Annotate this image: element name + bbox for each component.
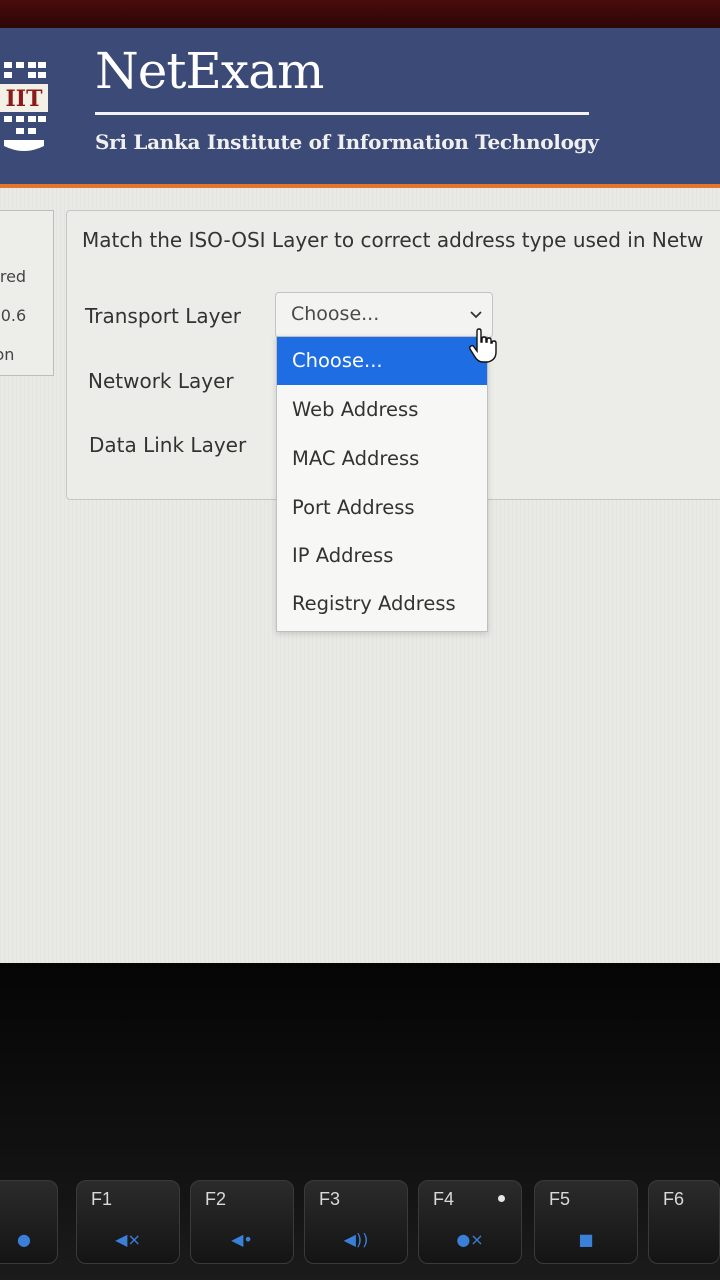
institute-logo: IIT xyxy=(0,58,48,162)
hand-cursor-icon xyxy=(468,328,497,363)
key-esc-partial[interactable]: ● xyxy=(0,1180,58,1264)
key-f3[interactable]: F3 ◀)) xyxy=(304,1180,408,1264)
key-f2[interactable]: F2 ◀• xyxy=(190,1180,294,1264)
indicator-light xyxy=(498,1195,505,1202)
lock-icon: ● xyxy=(17,1230,31,1249)
key-f1[interactable]: F1 ◀× xyxy=(76,1180,180,1264)
option-web-address[interactable]: Web Address xyxy=(277,386,487,434)
volume-up-icon: ◀)) xyxy=(343,1230,369,1249)
row-label-transport: Transport Layer xyxy=(85,304,241,328)
logo-text: IIT xyxy=(6,86,44,112)
mic-mute-icon: ●× xyxy=(456,1230,484,1249)
screen: IIT NetExam Sri Lanka Institute of Infor… xyxy=(0,28,720,963)
transport-layer-select[interactable]: Choose... xyxy=(275,292,493,338)
info-line: ered xyxy=(0,267,27,286)
row-label-datalink: Data Link Layer xyxy=(89,433,247,457)
header-accent-bar xyxy=(0,184,720,188)
mute-icon: ◀× xyxy=(115,1230,141,1249)
quiz-info-panel: ered f 0.6 ion xyxy=(0,210,54,376)
option-choose[interactable]: Choose... xyxy=(277,337,487,385)
select-value: Choose... xyxy=(291,303,380,325)
key-f6[interactable]: F6 xyxy=(648,1180,720,1264)
page-header: IIT NetExam Sri Lanka Institute of Infor… xyxy=(0,28,720,184)
option-port-address[interactable]: Port Address xyxy=(277,484,487,532)
info-line: ion xyxy=(0,345,15,364)
key-f5[interactable]: F5 ■ xyxy=(534,1180,638,1264)
laptop-top-bezel xyxy=(0,0,720,30)
key-f4[interactable]: F4 ●× xyxy=(418,1180,522,1264)
brand-divider xyxy=(95,112,589,115)
lock-icon: ■ xyxy=(578,1230,594,1249)
chevron-down-icon xyxy=(470,311,482,319)
option-mac-address[interactable]: MAC Address xyxy=(277,435,487,483)
option-ip-address[interactable]: IP Address xyxy=(277,532,487,580)
volume-down-icon: ◀• xyxy=(231,1230,253,1249)
row-label-network: Network Layer xyxy=(88,369,234,393)
brand-title: NetExam xyxy=(95,42,324,100)
institution-name: Sri Lanka Institute of Information Techn… xyxy=(95,130,599,154)
address-type-dropdown[interactable]: Choose... Web Address MAC Address Port A… xyxy=(276,336,488,632)
option-registry-address[interactable]: Registry Address xyxy=(277,580,487,628)
info-line: f 0.6 xyxy=(0,306,27,325)
question-text: Match the ISO-OSI Layer to correct addre… xyxy=(82,228,704,252)
